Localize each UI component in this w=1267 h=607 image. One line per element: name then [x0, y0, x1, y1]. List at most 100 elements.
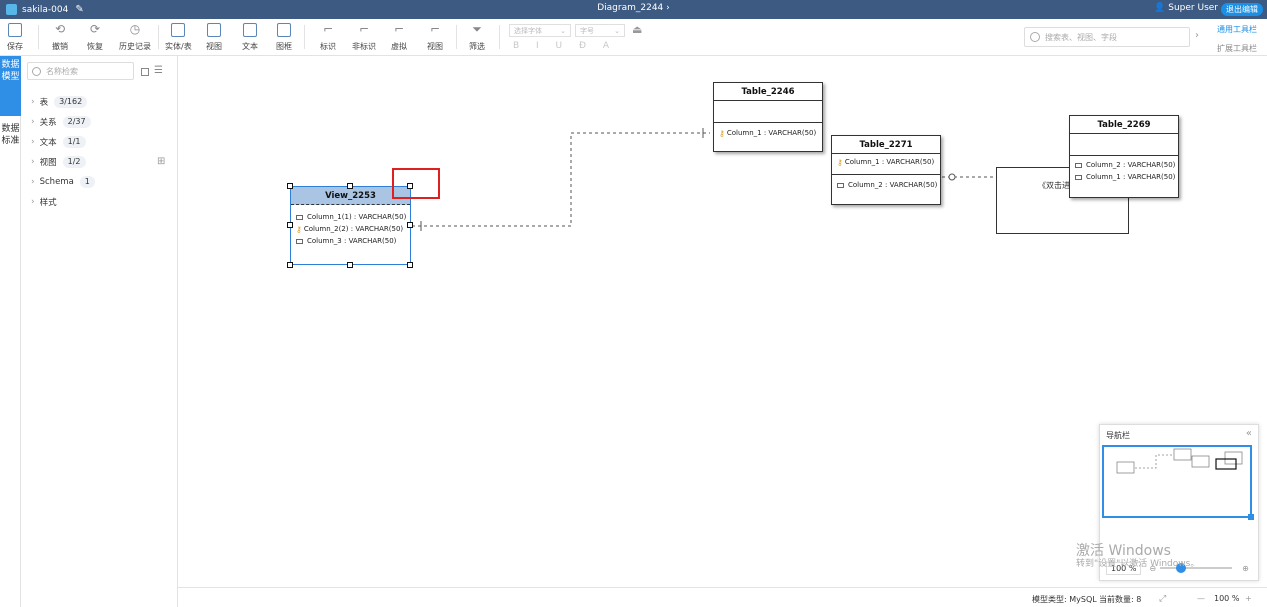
tab-data-model[interactable]: 数据模型	[0, 56, 21, 116]
entity-column[interactable]: ⚷ Column_2(2) : VARCHAR(50)	[291, 223, 410, 235]
checkbox[interactable]	[141, 68, 149, 76]
navigator-viewport[interactable]	[1102, 445, 1254, 520]
search-icon	[1030, 32, 1040, 42]
fill-color-icon[interactable]: ⏏	[632, 23, 642, 36]
name-search-input[interactable]: 名称检索	[27, 62, 134, 80]
entity-table-2246[interactable]: Table_2246 ⚷ Column_1 : VARCHAR(50)	[713, 82, 823, 152]
format-buttons[interactable]: B I U Đ A	[513, 41, 616, 51]
history-icon: ◷	[129, 22, 141, 36]
entity-column[interactable]: ⚷ Column_1 : VARCHAR(50)	[832, 156, 940, 168]
resize-handle[interactable]	[407, 222, 413, 228]
chevron-down-icon: ⌄	[560, 26, 566, 35]
entity-column[interactable]: Column_1 : VARCHAR(50)	[1070, 171, 1178, 183]
add-text-button[interactable]: 文本	[242, 22, 258, 54]
filter-settings-icon[interactable]: ☰	[154, 65, 163, 76]
resize-handle[interactable]	[347, 262, 353, 268]
redo-icon: ⟳	[89, 22, 101, 36]
entity-table-2269[interactable]: Table_2269 Column_2 : VARCHAR(50) Column…	[1069, 115, 1179, 198]
virtual-relation-button[interactable]: ⌐ 虚拟	[391, 22, 407, 54]
tree-item-styles[interactable]: › 样式	[31, 195, 57, 209]
search-icon	[32, 66, 41, 76]
chevron-right-icon: ›	[31, 177, 35, 187]
tree-item-views[interactable]: › 视图 1/2	[31, 155, 86, 169]
highlight-box	[392, 168, 440, 199]
entity-table-2271[interactable]: Table_2271 ⚷ Column_1 : VARCHAR(50) Colum…	[831, 135, 941, 205]
tree-item-tables[interactable]: › 表 3/162	[31, 95, 88, 109]
font-size-select[interactable]: 字号 ⌄	[575, 24, 625, 37]
zoom-in-icon[interactable]: ⊕	[1242, 564, 1249, 573]
column-icon	[1075, 162, 1082, 168]
add-view-button[interactable]: 视图	[206, 22, 222, 54]
zoom-level[interactable]: 100 %	[1214, 594, 1239, 603]
object-count: 当前数量: 8	[1099, 595, 1142, 604]
add-entity-button[interactable]: 实体/表	[165, 22, 192, 54]
relation-icon: ⌐	[322, 22, 334, 36]
search-input[interactable]: 搜索表、视图、字段	[1024, 27, 1190, 47]
diagram-title[interactable]: Diagram_2244	[597, 3, 663, 13]
undo-button[interactable]: ⟲ 撤销	[52, 22, 68, 54]
resize-handle[interactable]	[287, 183, 293, 189]
view-relation-icon: ⌐	[429, 22, 441, 36]
chevron-right-icon: ›	[31, 157, 35, 167]
entity-title: Table_2246	[714, 83, 822, 101]
edit-pencil-icon[interactable]: ✎	[75, 4, 83, 15]
general-toolbar-tab[interactable]: 通用工具栏	[1217, 24, 1257, 35]
filter-icon: ⏷	[472, 22, 482, 36]
navigator-title: 导航栏	[1106, 431, 1130, 440]
tree-item-schema[interactable]: › Schema 1	[31, 175, 95, 189]
collapse-icon[interactable]: «	[1246, 428, 1252, 439]
zoom-in-button[interactable]: +	[1245, 594, 1252, 603]
fit-screen-icon[interactable]: ⤢	[1159, 594, 1166, 604]
save-button[interactable]: 保存	[7, 22, 23, 54]
redo-button[interactable]: ⟳ 恢复	[87, 22, 103, 54]
add-view-icon[interactable]: ⊞	[157, 156, 165, 167]
entity-column[interactable]: Column_2 : VARCHAR(50)	[1070, 159, 1178, 171]
column-icon	[837, 182, 844, 188]
project-name[interactable]: sakila-004	[22, 5, 68, 15]
tree-item-relations[interactable]: › 关系 2/37	[31, 115, 91, 129]
filter-button[interactable]: ⏷ 筛选	[469, 22, 485, 54]
resize-handle[interactable]	[287, 222, 293, 228]
history-button[interactable]: ◷ 历史记录	[119, 22, 151, 54]
column-icon	[296, 214, 303, 220]
entity-title: Table_2271	[832, 136, 940, 154]
app-logo-icon	[6, 4, 17, 15]
virtual-relation-icon: ⌐	[393, 22, 405, 36]
extended-toolbar-tab[interactable]: 扩展工具栏	[1217, 43, 1257, 54]
resize-handle[interactable]	[407, 262, 413, 268]
key-icon: ⚷	[837, 157, 843, 167]
chevron-right-icon[interactable]: ›	[1195, 30, 1199, 41]
model-tree-panel: 名称检索 ☰ › 表 3/162 › 关系 2/37 › 文本 1/1 › 视图 1/2 ⊞ ›…	[21, 56, 178, 607]
undo-icon: ⟲	[54, 22, 66, 36]
key-icon: ⚷	[296, 224, 302, 234]
resize-handle[interactable]	[287, 262, 293, 268]
exit-edit-button[interactable]: 退出编辑	[1221, 3, 1263, 16]
entity-column[interactable]: Column_1(1) : VARCHAR(50)	[291, 211, 410, 223]
viewport-resize-handle[interactable]	[1248, 514, 1254, 520]
zoom-out-button[interactable]: —	[1197, 594, 1205, 603]
view-relation-button[interactable]: ⌐ 视图	[427, 22, 443, 54]
relation-dashed-icon: ⌐	[358, 22, 370, 36]
resize-handle[interactable]	[347, 183, 353, 189]
font-family-select[interactable]: 选择字体 ⌄	[509, 24, 571, 37]
save-icon	[8, 23, 22, 37]
entity-column[interactable]: ⚷ Column_1 : VARCHAR(50)	[714, 127, 822, 139]
text-icon	[243, 23, 257, 37]
identifying-relation-button[interactable]: ⌐ 标识	[320, 22, 336, 54]
chevron-right-icon[interactable]: ›	[666, 3, 670, 13]
chevron-right-icon: ›	[31, 137, 35, 147]
toolbar: 保存 ⟲ 撤销 ⟳ 恢复 ◷ 历史记录 实体/表 视图 文本 图框 ⌐ 标识 ⌐ 非标识 …	[0, 19, 1267, 56]
entity-title: Table_2269	[1070, 116, 1178, 134]
non-identifying-relation-button[interactable]: ⌐ 非标识	[352, 22, 376, 54]
activation-watermark: 激活 Windows 转到"设置"以激活 Windows。	[1076, 543, 1200, 569]
user-menu[interactable]: 👤 Super User	[1154, 3, 1218, 13]
title-bar: sakila-004 ✎ Diagram_2244 › 👤 Super User…	[0, 0, 1267, 19]
relation-line-view-table2246[interactable]	[412, 132, 710, 227]
frame-icon	[277, 23, 291, 37]
add-frame-button[interactable]: 图框	[276, 22, 292, 54]
entity-column[interactable]: Column_2 : VARCHAR(50)	[832, 179, 940, 191]
tab-data-standard[interactable]: 数据标准	[0, 120, 21, 180]
entity-column[interactable]: Column_3 : VARCHAR(50)	[291, 235, 410, 247]
column-icon	[296, 238, 303, 244]
tree-item-text[interactable]: › 文本 1/1	[31, 135, 86, 149]
